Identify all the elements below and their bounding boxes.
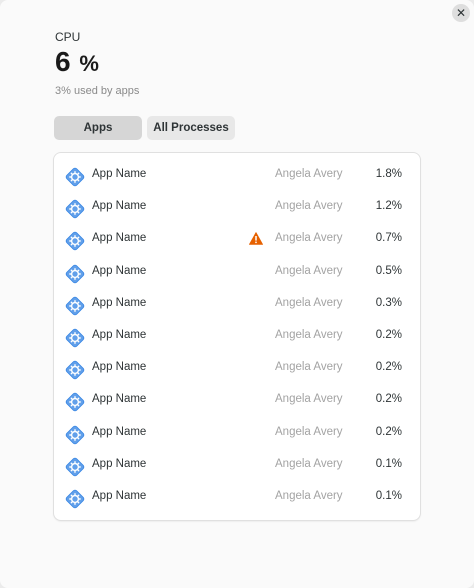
close-button[interactable]: ✕	[452, 4, 470, 22]
app-name: App Name	[92, 457, 147, 470]
process-user: Angela Avery	[275, 457, 343, 470]
app-name: App Name	[92, 393, 147, 406]
app-name: App Name	[92, 329, 147, 341]
app-gear-icon	[64, 263, 86, 285]
app-name: App Name	[92, 425, 147, 438]
cpu-usage-number: 6	[55, 46, 72, 77]
process-user: Angela Avery	[275, 361, 343, 374]
list-item[interactable]: App Name Angela Avery 0.2%	[54, 353, 420, 385]
process-user: Angela Avery	[275, 168, 343, 180]
cpu-percent: 0.2%	[375, 329, 402, 341]
cpu-dialog: ✕ CPU 6 % 3% used by apps Apps All Proce…	[0, 0, 474, 588]
app-gear-icon	[64, 359, 86, 381]
list-item[interactable]: App Name Angela Avery 0.2%	[54, 418, 420, 450]
cpu-label: CPU	[55, 30, 81, 44]
list-item[interactable]: App Name Angela Avery 0.2%	[54, 385, 420, 417]
warning-icon	[249, 232, 263, 246]
list-item[interactable]: App Name Angela Avery 0.3%	[54, 289, 420, 321]
cpu-percent: 1.2%	[375, 200, 402, 213]
app-list: App Name Angela Avery 1.8% App Name Angela A…	[54, 153, 420, 520]
cpu-subtitle: 3% used by apps	[55, 85, 140, 97]
app-name: App Name	[92, 490, 147, 502]
app-gear-icon	[64, 198, 86, 220]
app-name: App Name	[92, 200, 147, 213]
view-switcher: Apps All Processes	[54, 116, 235, 140]
cpu-percent: 0.5%	[375, 264, 402, 277]
app-gear-icon	[64, 327, 86, 349]
cpu-percent: 0.2%	[375, 361, 402, 374]
list-item[interactable]: App Name Angela Avery 0.7%	[54, 224, 420, 256]
process-user: Angela Avery	[275, 200, 343, 213]
cpu-percent: 0.7%	[375, 232, 402, 245]
tab-apps[interactable]: Apps	[54, 116, 142, 140]
app-gear-icon	[64, 230, 86, 252]
list-item[interactable]: App Name Angela Avery 0.5%	[54, 257, 420, 289]
process-user: Angela Avery	[275, 393, 343, 406]
process-user: Angela Avery	[275, 232, 343, 245]
cpu-percent: 1.8%	[375, 168, 402, 180]
list-item[interactable]: App Name Angela Avery 1.2%	[54, 192, 420, 224]
tab-all-processes[interactable]: All Processes	[147, 116, 235, 140]
cpu-percent: 0.3%	[375, 296, 402, 309]
app-name: App Name	[92, 296, 147, 309]
app-name: App Name	[92, 361, 147, 374]
process-user: Angela Avery	[275, 296, 343, 309]
process-user: Angela Avery	[275, 329, 343, 341]
cpu-percent: 0.1%	[375, 457, 402, 470]
app-gear-icon	[64, 488, 86, 510]
app-gear-icon	[64, 166, 86, 188]
cpu-percent: 0.2%	[375, 425, 402, 438]
app-gear-icon	[64, 295, 86, 317]
app-name: App Name	[92, 264, 147, 277]
list-item[interactable]: App Name Angela Avery 0.1%	[54, 450, 420, 482]
cpu-percent: 0.2%	[375, 393, 402, 406]
list-item[interactable]: App Name Angela Avery 1.8%	[54, 160, 420, 192]
process-user: Angela Avery	[275, 264, 343, 277]
list-item[interactable]: App Name Angela Avery 0.1%	[54, 482, 420, 514]
list-item[interactable]: App Name Angela Avery 0.2%	[54, 321, 420, 353]
app-gear-icon	[64, 424, 86, 446]
app-gear-icon	[64, 456, 86, 478]
cpu-percent: 0.1%	[375, 490, 402, 502]
app-gear-icon	[64, 391, 86, 413]
cpu-usage-unit: %	[79, 51, 100, 76]
process-user: Angela Avery	[275, 490, 343, 502]
close-icon: ✕	[455, 6, 467, 20]
app-name: App Name	[92, 168, 147, 180]
cpu-usage-value: 6 %	[55, 46, 99, 78]
app-name: App Name	[92, 232, 147, 245]
process-user: Angela Avery	[275, 425, 343, 438]
